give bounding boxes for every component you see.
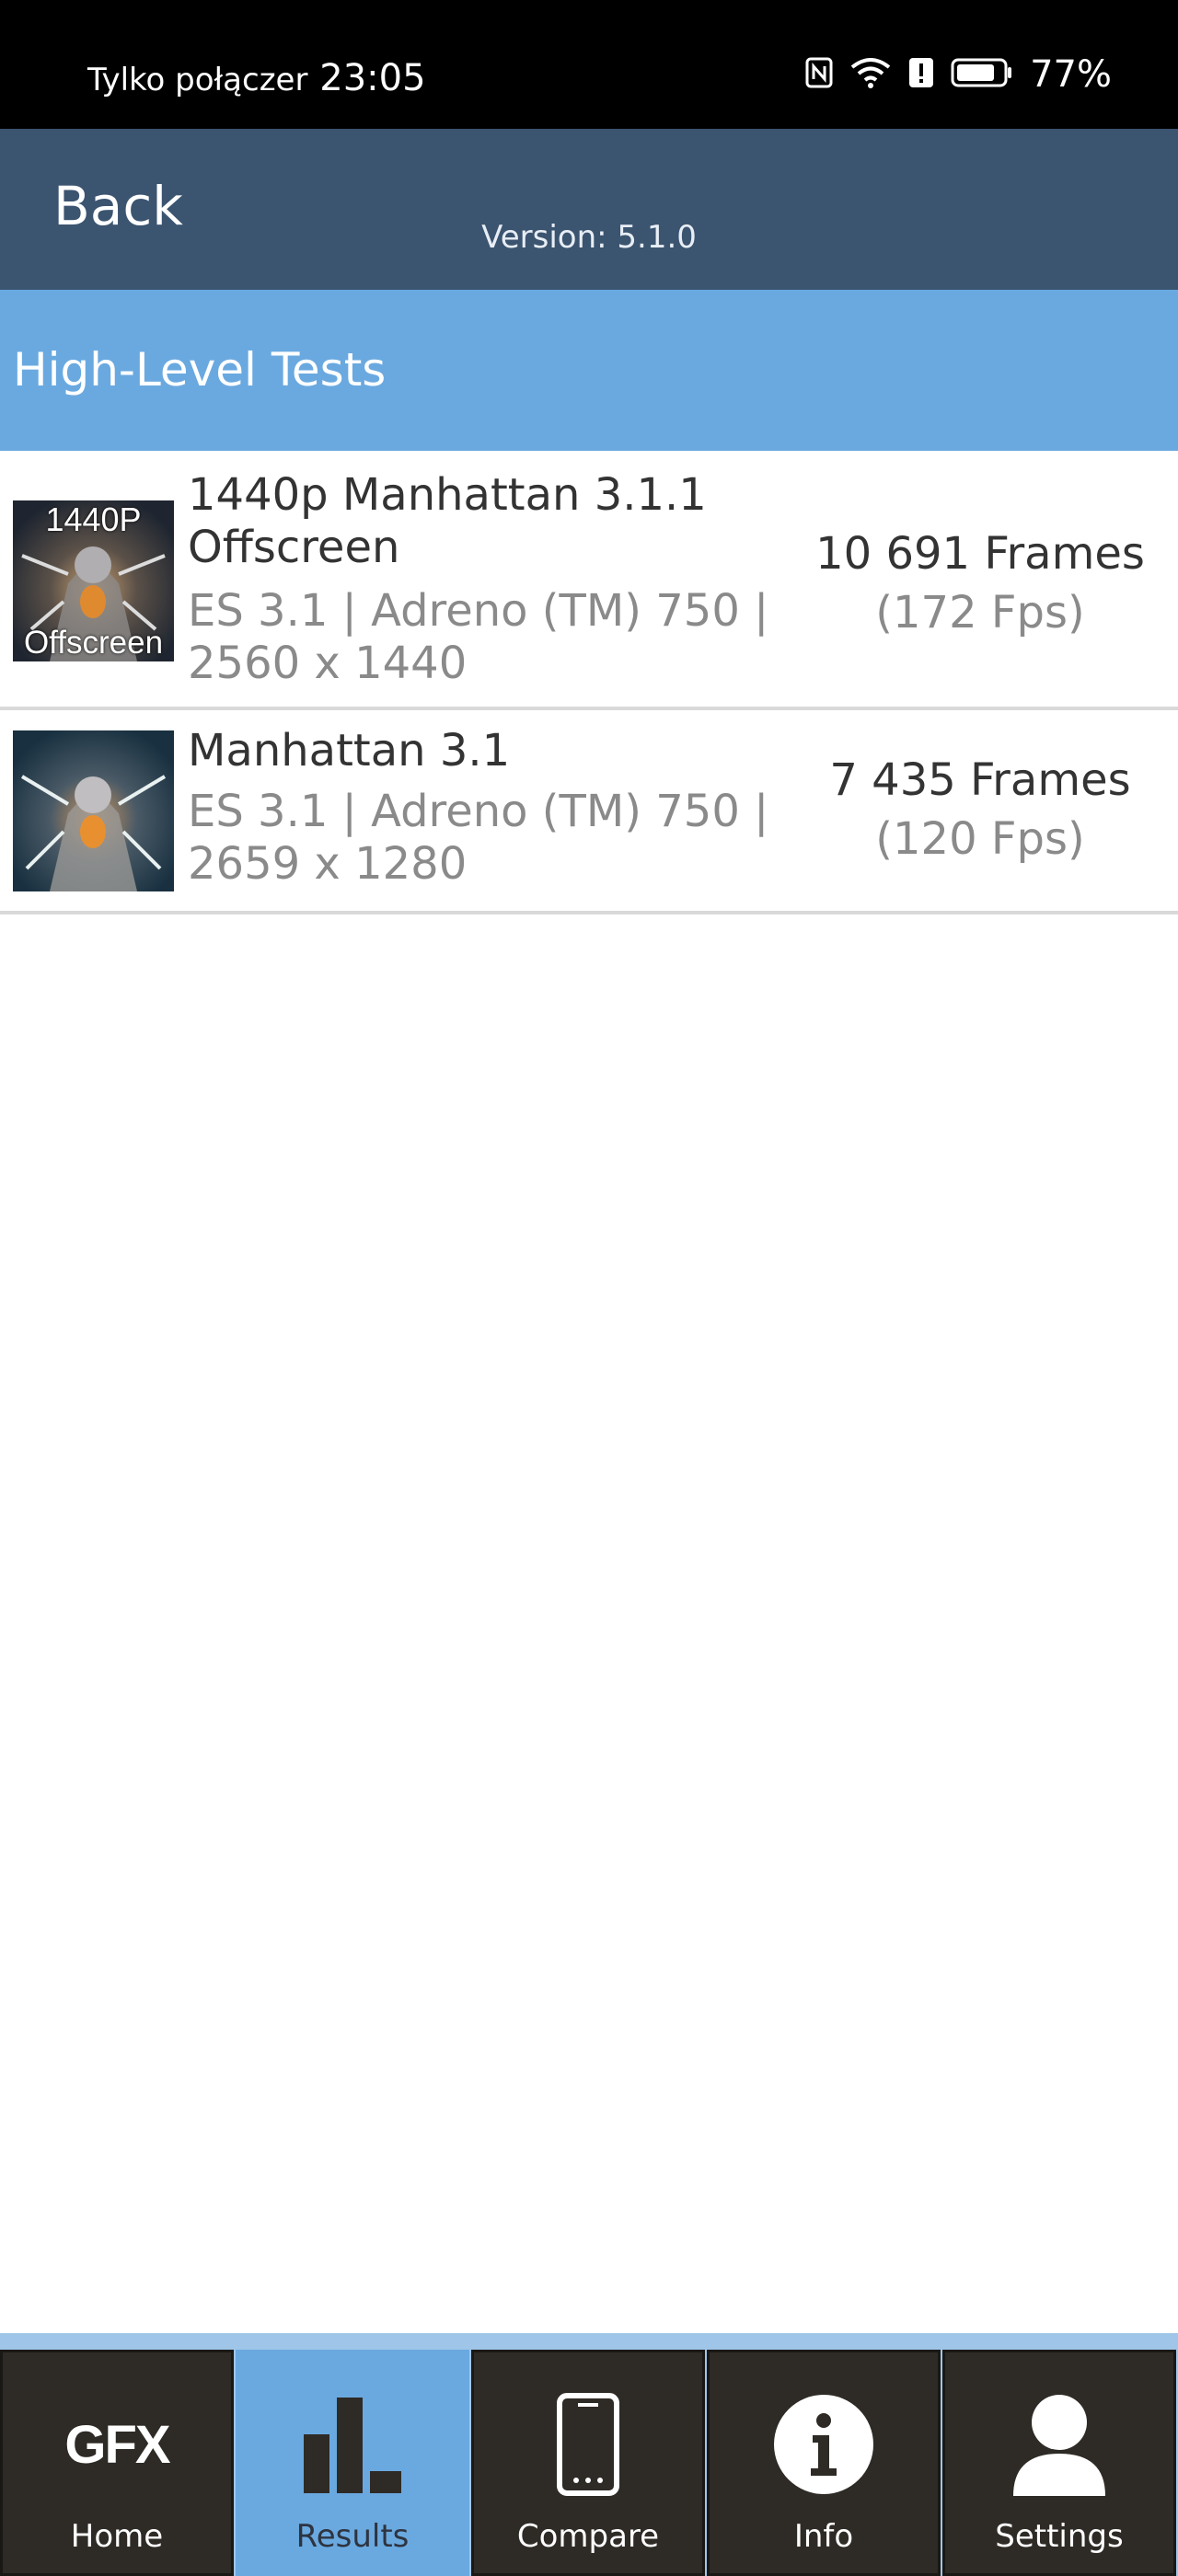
version-label: Version: 5.1.0 [481, 219, 697, 256]
nav-info[interactable]: Info [707, 2350, 941, 2576]
frames-value: 10 691 Frames [815, 528, 1145, 580]
test-name: 1440p Manhattan 3.1.1 Offscreen [188, 469, 707, 573]
section-title: High-Level Tests [13, 343, 387, 397]
nav-label: Home [70, 2518, 164, 2555]
fps-value: (172 Fps) [875, 587, 1085, 638]
nav-label: Results [295, 2518, 410, 2555]
battery-percent: 77% [1030, 53, 1112, 96]
fps-value: (120 Fps) [875, 813, 1085, 865]
status-right: 77% [805, 53, 1112, 96]
score: 10 691 Frames (172 Fps) [773, 524, 1178, 642]
test-details: ES 3.1 | Adreno (TM) 750 | 2560 x 1440 [188, 585, 769, 689]
thumbnail-bottom-label: Offscreen [23, 625, 164, 661]
frames-value: 7 435 Frames [829, 754, 1131, 806]
info-icon [710, 2389, 938, 2500]
status-bar: Tylko połączer 23:05 77% [0, 0, 1178, 129]
status-left: Tylko połączer 23:05 [87, 57, 426, 99]
nav-results[interactable]: Results [236, 2350, 469, 2576]
test-thumbnail [13, 730, 174, 891]
test-details: ES 3.1 | Adreno (TM) 750 | 2659 x 1280 [188, 786, 769, 890]
nav-label: Compare [516, 2518, 660, 2555]
score: 7 435 Frames (120 Fps) [773, 751, 1178, 868]
gfx-logo-text: GFX [64, 2414, 170, 2475]
bar-chart-icon [238, 2389, 467, 2500]
result-row[interactable]: 1440P Offscreen 1440p Manhattan 3.1.1 Of… [0, 451, 1178, 710]
alert-icon [908, 57, 934, 92]
nav-settings[interactable]: Settings [942, 2350, 1176, 2576]
nav-home[interactable]: GFX Home [0, 2350, 234, 2576]
section-header: High-Level Tests [0, 290, 1178, 451]
phone-icon [474, 2389, 702, 2500]
nav-label: Settings [995, 2518, 1124, 2555]
user-icon [945, 2389, 1173, 2500]
thumbnail-top-label: 1440P [45, 500, 142, 538]
bottom-navigation: GFX Home Results Compare Info Settings [0, 2333, 1178, 2576]
top-app-bar: Back Version: 5.1.0 [0, 129, 1178, 290]
carrier-label: Tylko połączer [87, 62, 308, 98]
test-thumbnail: 1440P Offscreen [13, 500, 174, 661]
test-name: Manhattan 3.1 [188, 725, 511, 776]
nav-compare[interactable]: Compare [471, 2350, 705, 2576]
gfx-logo: GFX [3, 2389, 231, 2500]
battery-icon [951, 57, 1013, 92]
wifi-icon [849, 56, 892, 93]
nav-label: Info [793, 2518, 854, 2555]
nfc-icon [805, 57, 833, 92]
clock: 23:05 [319, 57, 426, 99]
result-row[interactable]: Manhattan 3.1 ES 3.1 | Adreno (TM) 750 |… [0, 710, 1178, 914]
